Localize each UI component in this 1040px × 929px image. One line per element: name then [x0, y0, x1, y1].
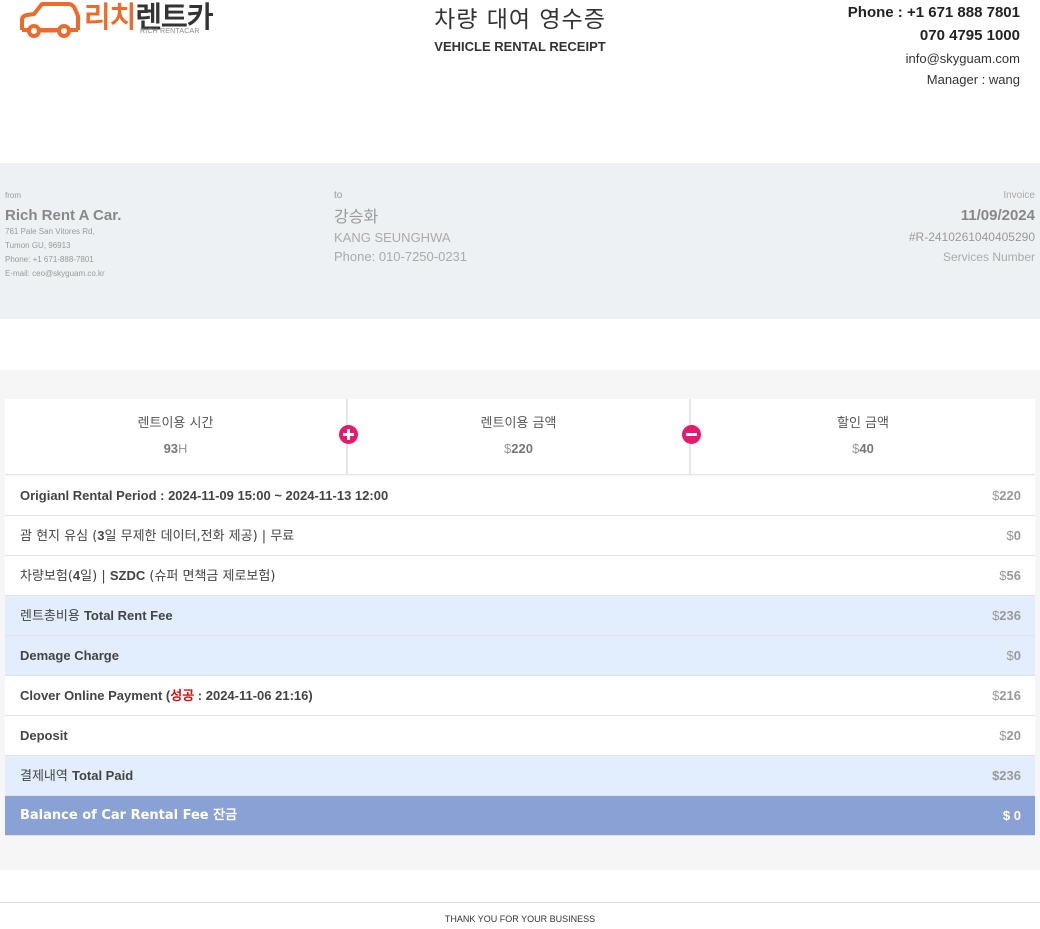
invoice-date: 11/09/2024: [960, 207, 1035, 224]
deposit-label: Deposit: [20, 728, 68, 743]
summary-rental-time: 렌트이용 시간 93H: [5, 399, 346, 475]
billing-to: to 강승화 KANG SEUNGHWA Phone: 010-7250-023…: [334, 191, 467, 267]
from-phone: Phone: +1 671-888-7801: [5, 255, 94, 264]
summary-rental-time-value: 93H: [5, 439, 346, 459]
rental-hours: 93: [163, 441, 179, 456]
summary-rental-amount: 렌트이용 금액 $220: [348, 399, 689, 475]
receipt-panel: 렌트이용 시간 93H 렌트이용 금액 $220 할인 금액 $40 Origi…: [0, 370, 1040, 870]
to-phone: Phone: 010-7250-0231: [334, 249, 468, 264]
services-number-label: Services Number: [942, 250, 1035, 264]
row-balance: Balance of Car Rental Fee 잔금 $ 0: [5, 796, 1035, 836]
receipt-header: 리치렌트카 RICH RENTACAR 차량 대여 영수증 VEHICLE RE…: [0, 0, 1040, 120]
sim-label: 괌 현지 유심 (3일 무제한 데이터,전화 제공) | 무료: [20, 528, 295, 544]
balance-label: Balance of Car Rental Fee 잔금: [20, 808, 238, 823]
summary-rental-amount-label: 렌트이용 금액: [480, 416, 557, 431]
payment-status: 성공: [170, 689, 195, 704]
original-period-amount: $220: [992, 488, 1021, 503]
billing-from: from Rich Rent A Car. 761 Pale San Vitor…: [5, 191, 121, 281]
summary-discount-value: $40: [691, 439, 1035, 459]
row-original-period: Origianl Rental Period : 2024-11-09 15:0…: [5, 476, 1035, 516]
row-deposit: Deposit $20: [5, 716, 1035, 756]
row-damage-charge: Demage Charge $0: [5, 636, 1035, 676]
footer-divider: [0, 902, 1040, 903]
total-paid-label: 결제내역 Total Paid: [20, 768, 134, 784]
to-name-en: KANG SEUNGHWA: [334, 230, 451, 245]
row-insurance: 차량보험(4일) | SZDC (슈퍼 면책금 제로보험) $56: [5, 556, 1035, 596]
contact-email[interactable]: info@skyguam.com: [848, 51, 1020, 67]
sim-amount: $0: [1006, 528, 1021, 543]
row-total-rent-fee: 렌트총비용 Total Rent Fee $236: [5, 596, 1035, 636]
rental-summary: 렌트이용 시간 93H 렌트이용 금액 $220 할인 금액 $40: [5, 399, 1035, 475]
invoice-number: #R-2410261040405290: [908, 230, 1035, 244]
total-rent-fee-label: 렌트총비용 Total Rent Fee: [20, 608, 173, 624]
row-total-paid: 결제내역 Total Paid $236: [5, 756, 1035, 796]
rental-amount: 220: [511, 441, 533, 456]
summary-discount-label: 할인 금액: [837, 416, 889, 431]
line-items: Origianl Rental Period : 2024-11-09 15:0…: [5, 476, 1035, 836]
contact-manager: Manager : wang: [926, 72, 1020, 87]
invoice-label: Invoice: [1003, 190, 1035, 201]
to-label: to: [334, 190, 343, 201]
damage-charge-label: Demage Charge: [20, 648, 119, 663]
from-email: E-mail: ceo@skyguam.co.kr: [5, 269, 105, 278]
discount-amount: 40: [859, 441, 874, 456]
summary-rental-time-label: 렌트이용 시간: [137, 416, 214, 431]
footer-thanks: THANK YOU FOR YOUR BUSINESS: [444, 914, 596, 924]
original-period-label: Origianl Rental Period : 2024-11-09 15:0…: [20, 488, 389, 503]
clover-payment-label: Clover Online Payment (성공 : 2024-11-06 2…: [20, 688, 313, 704]
rental-hours-unit: H: [178, 441, 188, 456]
from-address-2: Tumon GU, 96913: [5, 241, 71, 250]
to-name-ko: 강승화: [334, 207, 379, 226]
billing-info: from Rich Rent A Car. 761 Pale San Vitor…: [0, 163, 1040, 319]
insurance-label: 차량보험(4일) | SZDC (슈퍼 면책금 제로보험): [20, 568, 276, 584]
damage-charge-amount: $0: [1006, 648, 1021, 663]
contact-phone-2: 070 4795 1000: [919, 27, 1020, 44]
invoice-info: Invoice 11/09/2024 #R-2410261040405290 S…: [909, 191, 1035, 267]
from-label: from: [5, 191, 21, 200]
row-sim: 괌 현지 유심 (3일 무제한 데이터,전화 제공) | 무료 $0: [5, 516, 1035, 556]
deposit-amount: $20: [999, 728, 1021, 743]
balance-amount: $ 0: [1002, 808, 1021, 823]
summary-rental-amount-value: $220: [348, 439, 689, 459]
total-paid-amount: $236: [992, 768, 1021, 783]
contact-phone-1: Phone : +1 671 888 7801: [847, 4, 1020, 21]
from-address-1: 761 Pale San Vitores Rd,: [5, 227, 95, 236]
total-rent-fee-amount: $236: [992, 608, 1021, 623]
contact-info: Phone : +1 671 888 7801 070 4795 1000 in…: [848, 4, 1020, 88]
summary-discount: 할인 금액 $40: [691, 399, 1035, 475]
clover-payment-amount: $216: [992, 688, 1021, 703]
row-clover-payment: Clover Online Payment (성공 : 2024-11-06 2…: [5, 676, 1035, 716]
insurance-amount: $56: [999, 568, 1021, 583]
from-company-name: Rich Rent A Car.: [5, 207, 122, 224]
